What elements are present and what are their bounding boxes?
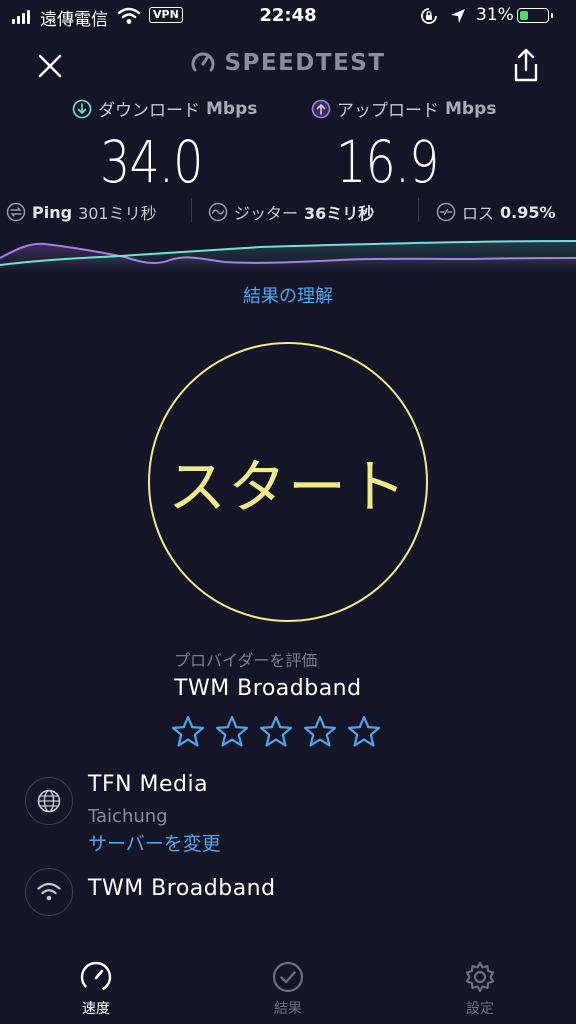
tab-bar: 速度 結果 設定 bbox=[0, 950, 576, 1024]
share-button[interactable] bbox=[508, 46, 544, 86]
isp-name: TWM Broadband bbox=[88, 876, 276, 901]
loss-value: 0.95% bbox=[500, 202, 556, 222]
jitter-icon bbox=[208, 202, 228, 222]
upload-label: アップロード Mbps bbox=[311, 96, 496, 121]
gauge-logo-icon bbox=[192, 52, 215, 72]
upload-unit: Mbps bbox=[445, 98, 497, 119]
star-icon[interactable] bbox=[170, 714, 206, 750]
rotation-lock-icon bbox=[420, 7, 438, 30]
rate-provider-prompt: プロバイダーを評価 bbox=[174, 651, 318, 670]
checkmark-circle-icon bbox=[272, 961, 304, 993]
globe-icon bbox=[37, 789, 61, 813]
ping-metric: Ping 301ミリ秒 bbox=[6, 200, 157, 224]
server-city: Taichung bbox=[88, 806, 168, 827]
tab-speed-label: 速度 bbox=[82, 1001, 110, 1017]
start-button[interactable]: スタート bbox=[148, 342, 428, 622]
metric-divider bbox=[418, 198, 419, 222]
star-icon[interactable] bbox=[346, 714, 382, 750]
start-button-label: スタート bbox=[167, 453, 408, 521]
jitter-label: ジッター bbox=[234, 204, 299, 223]
change-server-link[interactable]: サーバーを変更 bbox=[88, 829, 221, 856]
jitter-metric: ジッター 36ミリ秒 bbox=[208, 200, 374, 224]
star-icon[interactable] bbox=[258, 714, 294, 750]
gear-icon bbox=[465, 961, 495, 993]
ping-label: Ping bbox=[32, 202, 73, 222]
battery-icon bbox=[517, 8, 553, 23]
battery-fill bbox=[519, 10, 528, 20]
tab-speed[interactable]: 速度 bbox=[46, 960, 146, 1018]
location-arrow-icon bbox=[449, 7, 467, 30]
wifi-icon bbox=[37, 882, 61, 901]
tab-settings[interactable]: 設定 bbox=[430, 960, 530, 1018]
packet-loss-metric: ロス 0.95% bbox=[436, 200, 556, 224]
status-bar: 遠傳電信 VPN 22:48 31% bbox=[0, 0, 576, 34]
upload-speed-value: 16.9 bbox=[336, 128, 439, 196]
ping-icon bbox=[6, 202, 26, 222]
download-unit: Mbps bbox=[206, 98, 258, 119]
tab-results-label: 結果 bbox=[274, 1001, 302, 1017]
server-name: TFN Media bbox=[88, 772, 209, 797]
brand-name: SPEEDTEST bbox=[224, 50, 386, 76]
share-icon[interactable] bbox=[508, 46, 544, 86]
upload-label-text: アップロード bbox=[337, 101, 439, 121]
speed-history-graph bbox=[0, 240, 576, 272]
star-icon[interactable] bbox=[214, 714, 250, 750]
tab-settings-label: 設定 bbox=[466, 1001, 494, 1017]
isp-wifi-badge bbox=[25, 868, 73, 916]
understand-results-link[interactable]: 結果の理解 bbox=[0, 282, 576, 308]
download-speed-value: 34.0 bbox=[100, 128, 203, 196]
download-label: ダウンロード Mbps bbox=[72, 96, 257, 121]
tab-results[interactable]: 結果 bbox=[238, 960, 338, 1018]
battery-percent: 31% bbox=[476, 5, 514, 25]
jitter-value: 36ミリ秒 bbox=[304, 204, 375, 223]
packet-loss-icon bbox=[436, 202, 456, 222]
ping-value: 301ミリ秒 bbox=[78, 204, 157, 223]
rated-provider-name: TWM Broadband bbox=[174, 676, 362, 701]
star-icon[interactable] bbox=[302, 714, 338, 750]
server-globe-button[interactable] bbox=[25, 777, 73, 825]
metric-divider bbox=[191, 198, 192, 222]
star-rating[interactable] bbox=[170, 714, 382, 750]
download-arrow-icon bbox=[72, 99, 92, 118]
speedtest-logo: SPEEDTEST bbox=[0, 50, 576, 76]
download-label-text: ダウンロード bbox=[98, 101, 200, 121]
loss-label: ロス bbox=[462, 204, 495, 223]
speedometer-icon bbox=[80, 961, 112, 993]
upload-arrow-icon bbox=[311, 99, 331, 118]
